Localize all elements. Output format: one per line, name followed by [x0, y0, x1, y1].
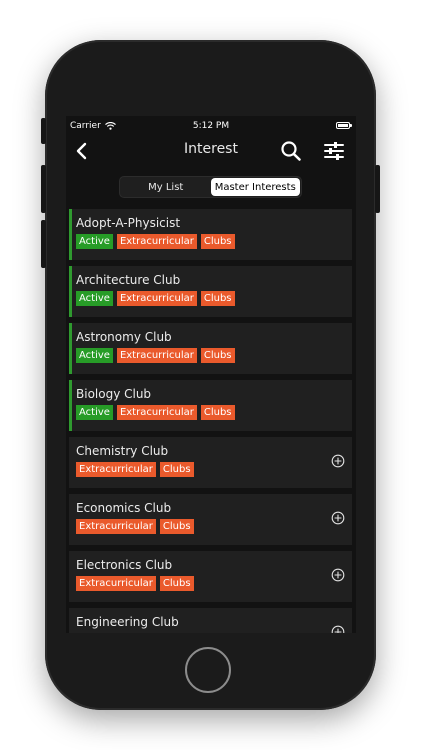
battery-level [338, 124, 348, 127]
list-item[interactable]: Engineering Club [69, 608, 352, 633]
category-tag: Extracurricular [116, 234, 197, 249]
tag-row: Extracurricular Clubs [76, 462, 352, 477]
add-circle-icon[interactable] [331, 511, 345, 525]
interest-title: Biology Club [76, 387, 152, 401]
category-tag: Clubs [200, 291, 235, 306]
sliders-icon[interactable] [321, 138, 347, 164]
category-tag: Clubs [200, 234, 235, 249]
tag-row: Active Extracurricular Clubs [76, 234, 352, 249]
tag-row: Active Extracurricular Clubs [76, 291, 352, 306]
category-tag: Clubs [159, 462, 194, 477]
list-item[interactable]: Economics Club Extracurricular Clubs [69, 494, 352, 545]
active-badge: Active [76, 234, 113, 249]
interest-title: Chemistry Club [76, 444, 169, 458]
tab-my-list[interactable]: My List [121, 178, 211, 196]
interest-title: Architecture Club [76, 273, 181, 287]
power-button [375, 165, 380, 213]
category-tag: Extracurricular [76, 462, 156, 477]
category-tag: Clubs [159, 519, 194, 534]
tag-row: Active Extracurricular Clubs [76, 348, 352, 363]
category-tag: Extracurricular [76, 519, 156, 534]
list-item[interactable]: Biology Club Active Extracurricular Clubs [69, 380, 352, 431]
interest-list: Adopt-A-Physicist Active Extracurricular Cl… [69, 209, 352, 633]
interest-title: Electronics Club [76, 558, 173, 572]
segmented-control: My List Master Interests [119, 176, 302, 198]
status-time: 5:12 PM [192, 121, 230, 131]
tag-row: Extracurricular Clubs [76, 576, 352, 591]
tab-master-interests[interactable]: Master Interests [210, 178, 300, 196]
search-icon[interactable] [279, 138, 303, 164]
category-tag: Clubs [159, 576, 194, 591]
add-circle-icon[interactable] [331, 454, 345, 468]
category-tag: Extracurricular [116, 348, 197, 363]
page-title: Interest [184, 141, 238, 157]
list-item[interactable]: Astronomy Club Active Extracurricular Clubs [69, 323, 352, 374]
category-tag: Clubs [200, 405, 235, 420]
category-tag: Clubs [200, 348, 235, 363]
status-bar: Carrier 5:12 PM [66, 116, 356, 136]
tag-row: Active Extracurricular Clubs [76, 405, 352, 420]
add-circle-icon[interactable] [331, 568, 345, 582]
battery-icon [336, 122, 352, 129]
interest-title: Adopt-A-Physicist [76, 216, 181, 230]
active-badge: Active [76, 405, 113, 420]
app-screen: Carrier 5:12 PM Interest My List Master … [66, 116, 356, 633]
interest-title: Economics Club [76, 501, 172, 515]
list-item[interactable]: Architecture Club Active Extracurricular Cl… [69, 266, 352, 317]
volume-down-button [41, 220, 46, 268]
category-tag: Extracurricular [76, 576, 156, 591]
list-item[interactable]: Adopt-A-Physicist Active Extracurricular Cl… [69, 209, 352, 260]
interest-title: Astronomy Club [76, 330, 172, 344]
mute-switch [41, 118, 46, 144]
list-item[interactable]: Electronics Club Extracurricular Clubs [69, 551, 352, 602]
category-tag: Extracurricular [116, 291, 197, 306]
category-tag: Extracurricular [116, 405, 197, 420]
active-badge: Active [76, 291, 113, 306]
tag-row: Extracurricular Clubs [76, 519, 352, 534]
active-badge: Active [76, 348, 113, 363]
volume-up-button [41, 165, 46, 213]
home-button[interactable] [185, 647, 231, 693]
navigation-bar: Interest [66, 136, 356, 166]
interest-title: Engineering Club [76, 615, 179, 629]
add-circle-icon[interactable] [331, 625, 345, 633]
list-item[interactable]: Chemistry Club Extracurricular Clubs [69, 437, 352, 488]
